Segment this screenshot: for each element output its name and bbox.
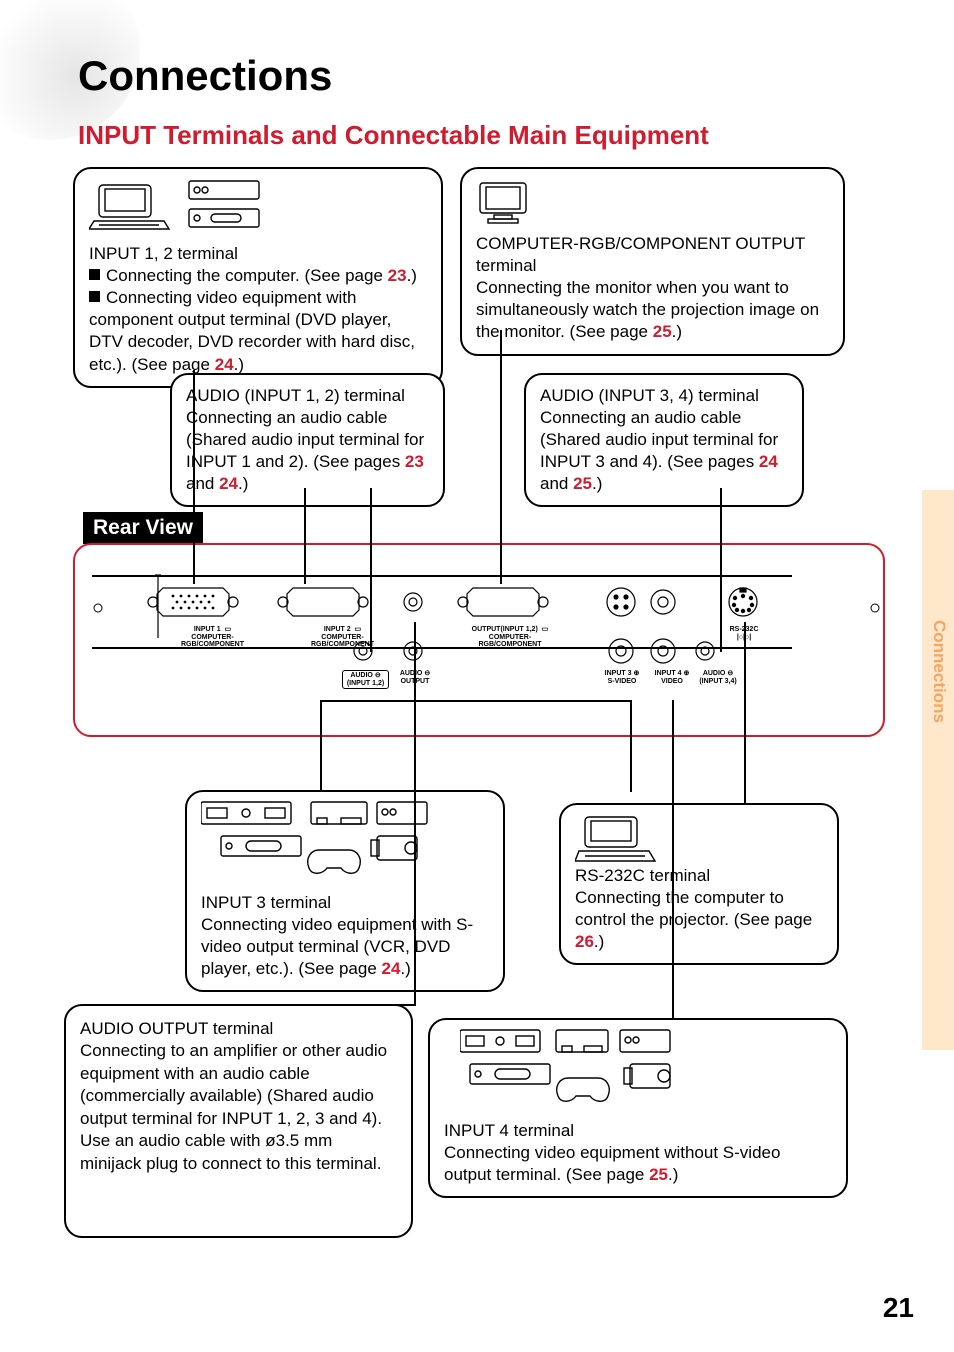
port-label: INPUT 2 ▭COMPUTER-RGB/COMPONENT [300,626,385,649]
callout-body: Connecting the monitor when you want to … [476,277,829,343]
section-title: INPUT Terminals and Connectable Main Equ… [78,120,709,151]
callout-body: Connecting video equipment with S-video … [201,914,489,980]
leader-line [320,700,322,790]
leader-line [672,700,674,1018]
callout-title: INPUT 4 terminal [444,1120,832,1142]
monitor-icon [476,179,536,227]
leader-line [414,622,416,702]
callout-output-terminal: COMPUTER-RGB/COMPONENT OUTPUT terminal C… [460,167,845,356]
leader-line [630,700,632,792]
port-label: AUDIO ⊖(INPUT 1,2) [342,670,389,689]
leader-line [500,330,502,584]
video-equipment-icon [201,800,431,886]
laptop-icon [89,179,269,237]
callout-body: Connecting an audio cable (Shared audio … [540,407,788,495]
callout-input-1-2: INPUT 1, 2 terminal Connecting the compu… [73,167,443,388]
port-label: INPUT 1 ▭COMPUTER-RGB/COMPONENT [170,626,255,649]
leader-line [193,370,195,584]
callout-rs232: RS-232C terminal Connecting the computer… [559,803,839,965]
callout-title: COMPUTER-RGB/COMPONENT OUTPUT terminal [476,233,829,277]
page-number: 21 [883,1292,914,1324]
port-label: INPUT 3 ⊕S-VIDEO [596,670,648,685]
leader-line [720,488,722,652]
callout-title: AUDIO (INPUT 1, 2) terminal [186,385,429,407]
side-tab-bg [922,490,954,1050]
leader-line [228,1004,416,1006]
callout-title: AUDIO (INPUT 3, 4) terminal [540,385,788,407]
callout-body: Connecting the computer. (See page 23.) [89,265,427,287]
callout-body: Connecting an audio cable (Shared audio … [186,407,429,495]
leader-line [370,488,372,652]
bullet-icon [89,269,100,280]
bullet-icon [89,291,100,302]
callout-input3: INPUT 3 terminal Connecting video equipm… [185,790,505,992]
laptop-icon [575,813,665,867]
leader-line [320,700,632,702]
video-equipment-icon [460,1028,710,1114]
callout-audio-output-border [64,1004,413,1238]
callout-body: Connecting video equipment without S-vid… [444,1142,832,1186]
callout-body: Connecting video equipment with componen… [89,287,427,375]
port-label: OUTPUT(INPUT 1,2) ▭COMPUTER-RGB/COMPONEN… [460,626,560,649]
port-label: INPUT 4 ⊕VIDEO [650,670,694,685]
callout-title: INPUT 3 terminal [201,892,489,914]
side-tab-label: Connections [929,620,949,723]
callout-body: Connecting the computer to control the p… [575,887,823,953]
callout-audio-12: AUDIO (INPUT 1, 2) terminal Connecting a… [170,373,445,507]
leader-line [414,700,416,1004]
callout-title: INPUT 1, 2 terminal [89,243,427,265]
callout-title: RS-232C terminal [575,865,823,887]
page-title: Connections [78,52,332,100]
port-label: AUDIO ⊖(INPUT 3,4) [695,670,741,685]
leader-line [744,622,746,804]
callout-input4: INPUT 4 terminal Connecting video equipm… [428,1018,848,1198]
callout-audio-34: AUDIO (INPUT 3, 4) terminal Connecting a… [524,373,804,507]
rear-view-label: Rear View [83,512,203,544]
leader-line [304,488,306,584]
